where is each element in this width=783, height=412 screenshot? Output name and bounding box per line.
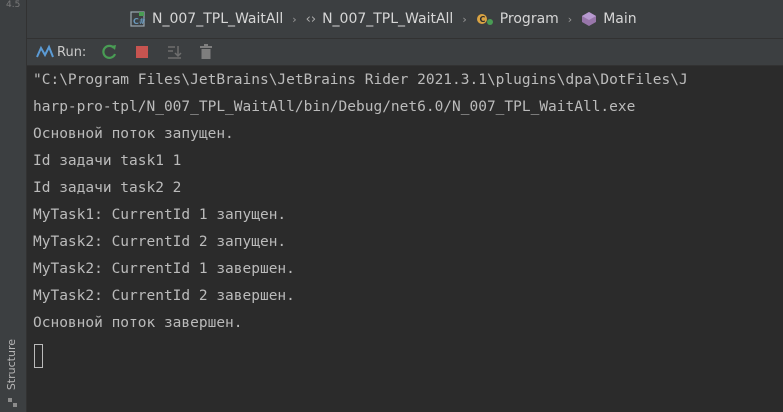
- breadcrumb-file[interactable]: C# N_007_TPL_WaitAll: [130, 11, 283, 27]
- breadcrumb-class-label: Program: [499, 11, 559, 27]
- method-icon: [582, 12, 597, 26]
- class-icon: C: [476, 14, 493, 25]
- breadcrumb: C# N_007_TPL_WaitAll › ‹› N_007_TPL_Wait…: [27, 0, 783, 39]
- scroll-to-end-icon: [168, 46, 182, 59]
- run-toolbar: Run:: [27, 39, 783, 66]
- console-line: Id задачи task1 1: [33, 153, 182, 169]
- breadcrumb-class[interactable]: C Program: [476, 11, 559, 27]
- csharp-file-icon: C#: [130, 11, 146, 27]
- console-line: "C:\Program Files\JetBrains\JetBrains Ri…: [33, 72, 688, 88]
- console-line: MyTask2: CurrentId 2 завершен.: [33, 288, 295, 304]
- console-line: Основной поток завершен.: [33, 315, 243, 331]
- left-tool-strip: 4.5 Structure: [0, 0, 27, 412]
- line-number-mark: 4.5: [6, 0, 21, 10]
- breadcrumb-method[interactable]: Main: [581, 11, 637, 27]
- breadcrumb-separator: ›: [567, 12, 573, 26]
- breadcrumb-namespace-label: N_007_TPL_WaitAll: [322, 11, 454, 27]
- console-line: harp-pro-tpl/N_007_TPL_WaitAll/bin/Debug…: [33, 99, 636, 115]
- console-line: Id задачи task2 2: [33, 180, 182, 196]
- text-cursor: [34, 344, 43, 368]
- stop-button[interactable]: [132, 42, 152, 62]
- run-label: Run:: [57, 44, 87, 60]
- console-line: Основной поток запущен.: [33, 126, 234, 142]
- console-line: MyTask2: CurrentId 2 запущен.: [33, 234, 287, 250]
- trash-icon: [200, 44, 213, 59]
- console-line: MyTask2: CurrentId 1 завершен.: [33, 261, 295, 277]
- structure-icon[interactable]: [8, 398, 18, 408]
- structure-tab[interactable]: Structure: [5, 339, 18, 390]
- namespace-icon: ‹›: [305, 11, 317, 27]
- rerun-icon: [102, 44, 117, 59]
- breadcrumb-separator: ›: [292, 12, 297, 26]
- console-line: MyTask1: CurrentId 1 запущен.: [33, 207, 287, 223]
- clear-button[interactable]: [196, 42, 216, 62]
- breadcrumb-method-label: Main: [603, 11, 637, 27]
- breadcrumb-separator: ›: [462, 12, 467, 26]
- stop-icon: [136, 46, 149, 58]
- svg-text:C: C: [479, 15, 485, 24]
- svg-text:C#: C#: [133, 17, 146, 26]
- console-output[interactable]: "C:\Program Files\JetBrains\JetBrains Ri…: [27, 66, 783, 412]
- rerun-button[interactable]: [100, 42, 120, 62]
- scroll-to-end-button[interactable]: [164, 42, 184, 62]
- run-config-icon: [36, 44, 54, 58]
- breadcrumb-namespace[interactable]: ‹› N_007_TPL_WaitAll: [306, 11, 454, 27]
- breadcrumb-file-label: N_007_TPL_WaitAll: [152, 11, 284, 27]
